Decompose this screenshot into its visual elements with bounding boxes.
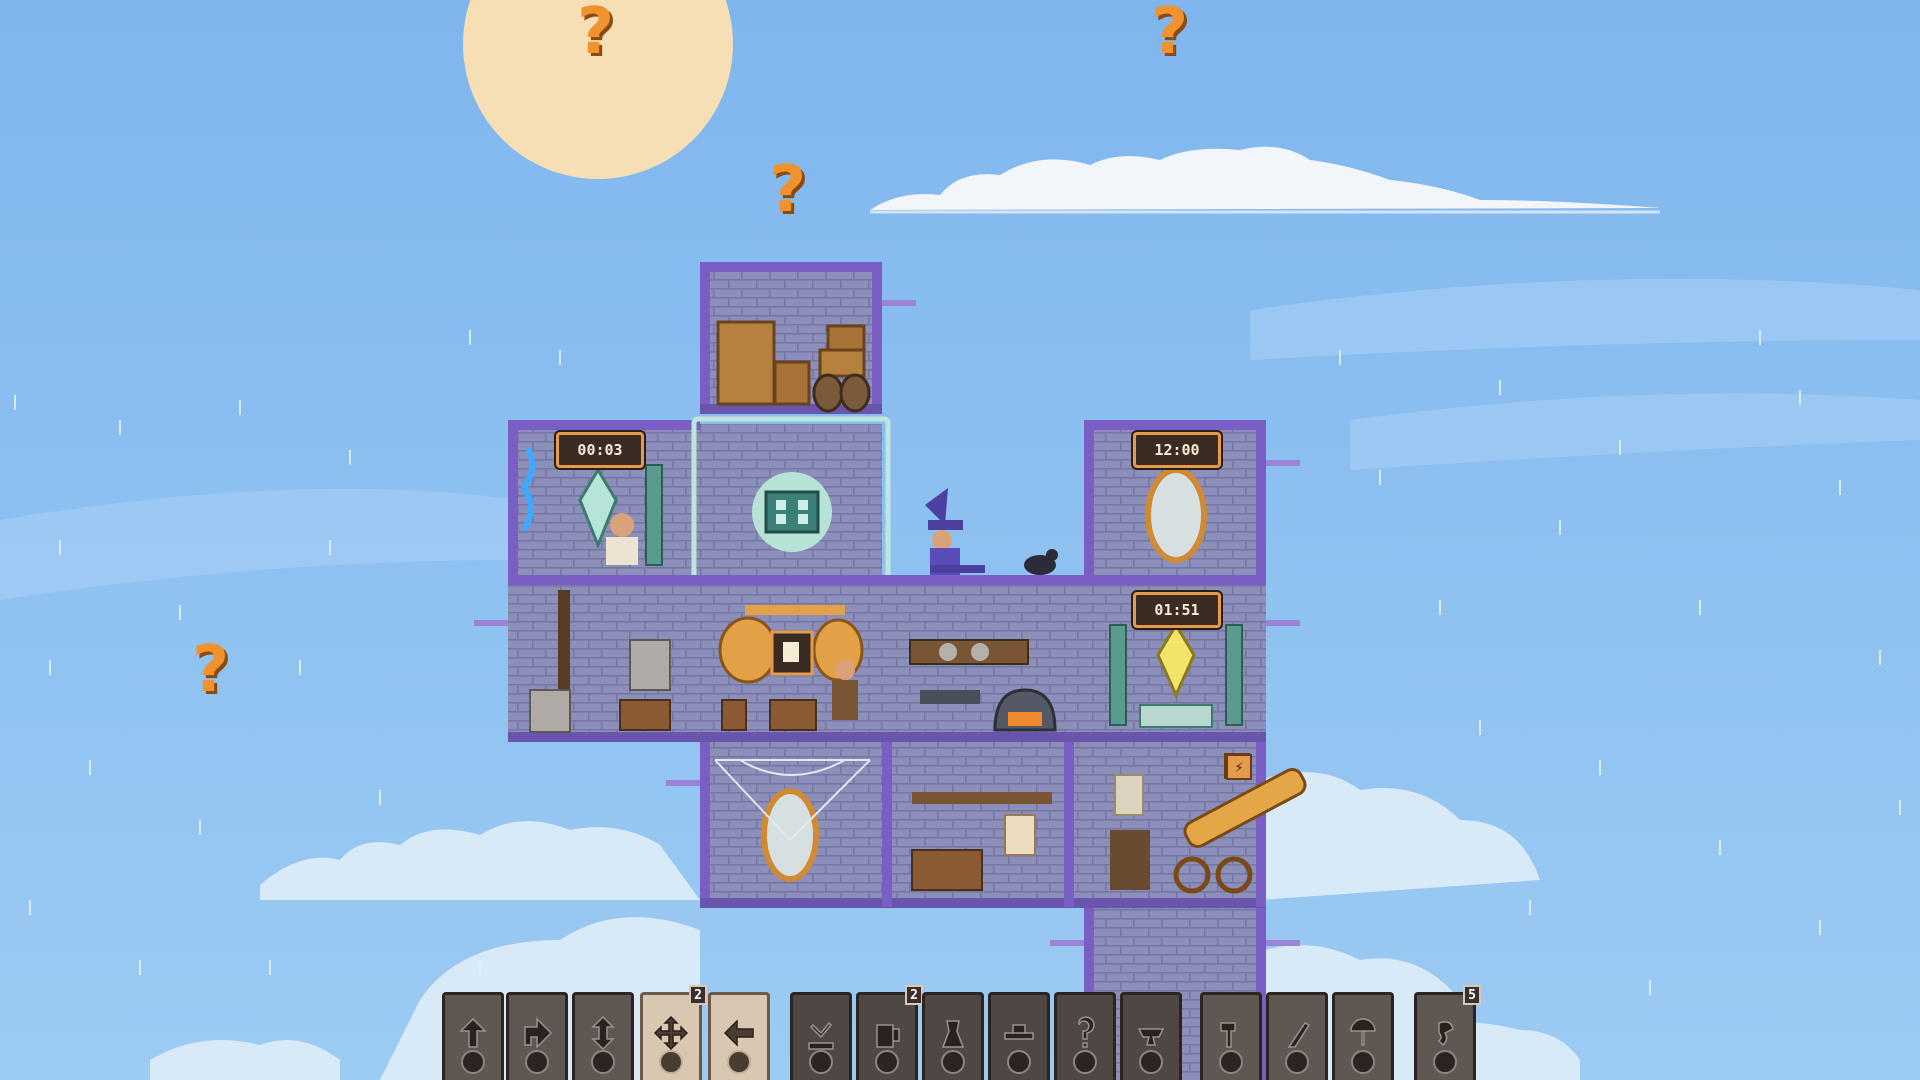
hammer-tool-icon bbox=[1220, 1022, 1236, 1048]
lock-icon bbox=[461, 1050, 485, 1074]
toolbar-button-15[interactable]: 5 bbox=[1414, 985, 1481, 1080]
quest-marker-3[interactable]: ? bbox=[769, 158, 806, 222]
move-vertical-icon bbox=[591, 1015, 615, 1051]
energy-tag[interactable]: ⚡ bbox=[1226, 754, 1252, 780]
toolbar-button-10[interactable] bbox=[1054, 992, 1116, 1080]
move-all-directions-icon bbox=[653, 1015, 689, 1051]
lock-icon bbox=[1433, 1050, 1457, 1074]
lock-icon bbox=[1219, 1050, 1243, 1074]
toolbar-button-2[interactable] bbox=[506, 992, 568, 1080]
lock-icon bbox=[1007, 1050, 1031, 1074]
lock-icon bbox=[941, 1050, 965, 1074]
crowbar-tool-icon bbox=[1287, 1022, 1311, 1048]
toolbar-button-7[interactable]: 2 bbox=[856, 985, 923, 1080]
move-diagonal-icon bbox=[524, 1017, 553, 1049]
lock-icon bbox=[1073, 1050, 1097, 1074]
forge-room-icon bbox=[1004, 1024, 1034, 1040]
game-scene bbox=[0, 0, 1920, 1080]
magic-mirror bbox=[1145, 467, 1207, 563]
lock-icon bbox=[1351, 1050, 1375, 1074]
lock-icon bbox=[1139, 1050, 1163, 1074]
lock-icon bbox=[1285, 1050, 1309, 1074]
quest-marker-4[interactable]: ? bbox=[192, 638, 229, 702]
worker-character[interactable] bbox=[610, 513, 634, 537]
toolbar-button-12[interactable] bbox=[1200, 992, 1262, 1080]
move-up-icon bbox=[459, 1017, 487, 1048]
workshop-room-icon bbox=[808, 1021, 834, 1050]
toolbar-button-5[interactable] bbox=[708, 992, 770, 1080]
lock-icon bbox=[875, 1050, 899, 1074]
toolbar-button-3[interactable] bbox=[572, 992, 634, 1080]
alchemy-room-icon bbox=[941, 1020, 965, 1048]
lock-icon bbox=[591, 1050, 615, 1074]
lock-icon bbox=[727, 1050, 751, 1074]
toolbar-button-6[interactable] bbox=[790, 992, 852, 1080]
lock-icon bbox=[809, 1050, 833, 1074]
crystal-room-timer: 00:03 bbox=[556, 432, 644, 468]
lock-icon bbox=[659, 1050, 683, 1074]
hook-tool-icon bbox=[1437, 1021, 1454, 1047]
move-left-icon bbox=[723, 1019, 754, 1047]
toolbar-button-1[interactable] bbox=[442, 992, 504, 1080]
dusty-mirror bbox=[761, 788, 819, 882]
anvil bbox=[920, 690, 980, 704]
count-badge: 2 bbox=[689, 985, 707, 1005]
toolbar-button-11[interactable] bbox=[1120, 992, 1182, 1080]
toolbar-button-8[interactable] bbox=[922, 992, 984, 1080]
tavern-worker[interactable] bbox=[835, 660, 855, 680]
question-room-icon bbox=[1078, 1016, 1095, 1048]
lock-icon bbox=[525, 1050, 549, 1074]
quest-marker-1[interactable]: ? bbox=[577, 0, 614, 64]
mirror-room-timer: 12:00 bbox=[1133, 432, 1221, 468]
tavern-mug-icon bbox=[876, 1024, 900, 1048]
count-badge: 2 bbox=[905, 985, 923, 1005]
toolbar-button-9[interactable] bbox=[988, 992, 1050, 1080]
quest-marker-2[interactable]: ? bbox=[1151, 0, 1188, 64]
toolbar-button-4[interactable]: 2 bbox=[640, 985, 707, 1080]
crystal2-room-timer: 01:51 bbox=[1133, 592, 1221, 628]
toolbar-button-13[interactable] bbox=[1266, 992, 1328, 1080]
balloon-tool-icon bbox=[1350, 1018, 1376, 1046]
count-badge: 5 bbox=[1463, 985, 1481, 1005]
toolbar-button-14[interactable] bbox=[1332, 992, 1394, 1080]
anvil-room-icon bbox=[1137, 1028, 1165, 1046]
